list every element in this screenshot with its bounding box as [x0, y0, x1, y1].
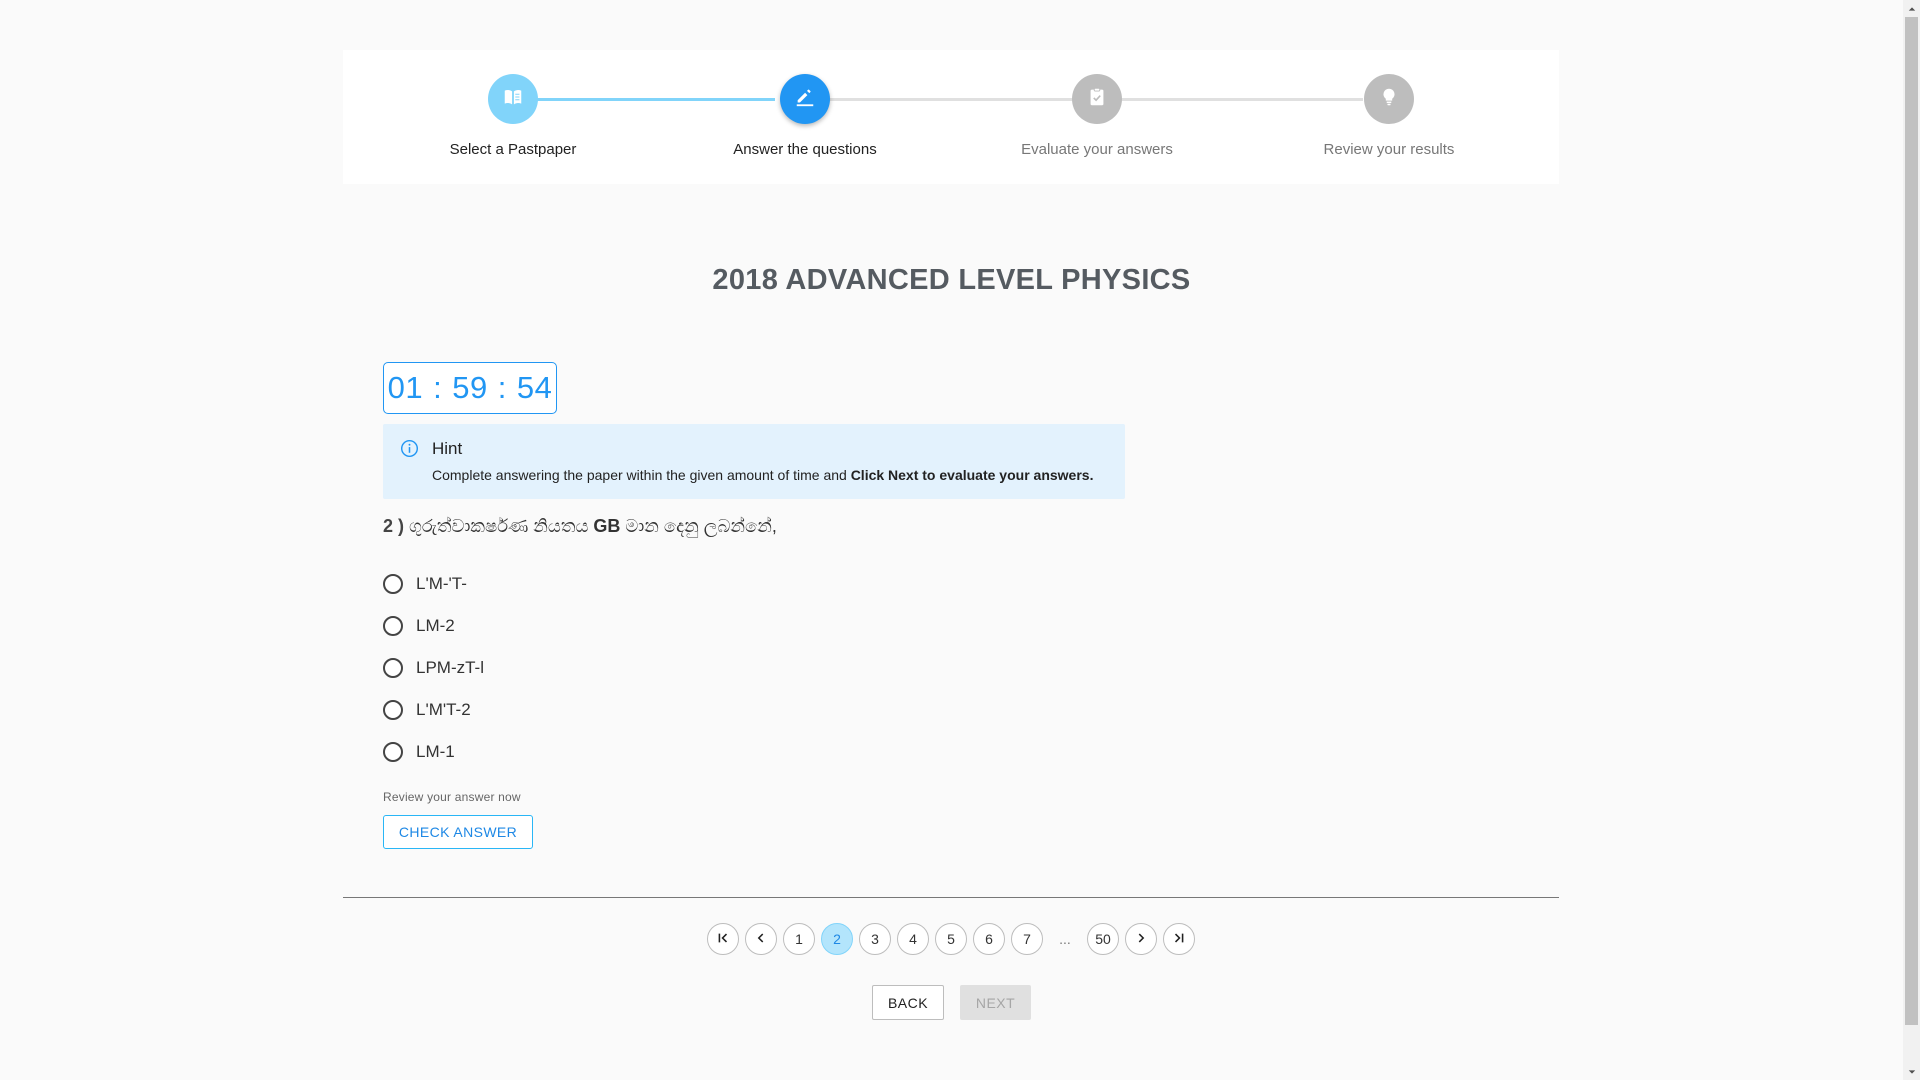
step-evaluate-answers[interactable]: Evaluate your answers	[967, 74, 1227, 159]
step-circle	[1364, 74, 1414, 124]
scroll-down-arrow-icon[interactable]	[1903, 1063, 1920, 1080]
page-title: 2018 ADVANCED LEVEL PHYSICS	[712, 264, 1191, 296]
lightbulb-icon	[1378, 86, 1400, 113]
hint-body: Complete answering the paper within the …	[432, 467, 1093, 483]
stepper-connector-3	[1105, 98, 1363, 101]
next-page-button[interactable]	[1125, 923, 1157, 955]
timer-hours: 01	[387, 370, 424, 405]
scrollbar-thumb[interactable]	[1905, 17, 1918, 1025]
radio-button[interactable]	[383, 616, 403, 636]
step-review-results[interactable]: Review your results	[1259, 74, 1519, 159]
scrollbar[interactable]	[1903, 0, 1920, 1080]
timer-minutes: 59	[452, 370, 488, 405]
step-answer-questions[interactable]: Answer the questions	[675, 74, 935, 159]
page-button-4[interactable]: 4	[897, 923, 929, 955]
answer-options: L'M-'T- LM-2 LPM-zT-l L'M'T-2 LM-1	[383, 563, 484, 773]
divider	[343, 897, 1559, 898]
step-label: Evaluate your answers	[1021, 141, 1173, 158]
step-label: Review your results	[1323, 141, 1455, 158]
review-note: Review your answer now	[383, 790, 521, 804]
page-button-7[interactable]: 7	[1011, 923, 1043, 955]
chevron-right-icon	[1134, 931, 1148, 948]
page-button-2[interactable]: 2	[821, 923, 853, 955]
option-label: L'M'T-2	[416, 700, 471, 719]
page-button-3[interactable]: 3	[859, 923, 891, 955]
question-text: 2 ) ගුරුත්වාකර්ෂණ නියතය GB මාන දෙනු ලබන්…	[383, 516, 777, 537]
option-label: LM-1	[416, 742, 455, 761]
timer-separator: :	[433, 370, 443, 405]
hint-body-emphasis: Click Next to evaluate your answers.	[850, 467, 1094, 483]
step-label: Select a Pastpaper	[449, 141, 577, 158]
back-button[interactable]: BACK	[872, 985, 944, 1020]
timer-seconds: 54	[516, 370, 553, 405]
scroll-up-arrow-icon[interactable]	[1903, 0, 1920, 17]
stepper-connector-2	[815, 98, 1073, 101]
answer-option[interactable]: LPM-zT-l	[383, 647, 484, 689]
step-circle	[488, 74, 538, 124]
radio-button[interactable]	[383, 658, 403, 678]
answer-option[interactable]: LM-2	[383, 605, 484, 647]
stepper-connector-1	[529, 98, 775, 101]
radio-button[interactable]	[383, 700, 403, 720]
question-text-part: ගුරුත්වාකර්ෂණ නියතය	[404, 516, 594, 536]
first-page-icon	[716, 931, 730, 948]
last-page-button[interactable]	[1163, 923, 1195, 955]
stepper: Select a Pastpaper Answer the questions …	[343, 50, 1559, 184]
hint-title: Hint	[432, 439, 463, 458]
book-icon	[502, 86, 524, 113]
pagination-ellipsis: ...	[1059, 931, 1071, 947]
first-page-button[interactable]	[707, 923, 739, 955]
option-label: L'M-'T-	[416, 574, 467, 593]
answer-option[interactable]: L'M-'T-	[383, 563, 484, 605]
check-clipboard-icon	[1086, 86, 1108, 113]
radio-button[interactable]	[383, 574, 403, 594]
page-button-6[interactable]: 6	[973, 923, 1005, 955]
check-answer-button[interactable]: CHECK ANSWER	[383, 815, 533, 849]
chevron-left-icon	[754, 931, 768, 948]
page-button-1[interactable]: 1	[783, 923, 815, 955]
countdown-timer: 01 : 59 : 54	[383, 362, 557, 414]
option-label: LM-2	[416, 616, 455, 635]
answer-option[interactable]: L'M'T-2	[383, 689, 484, 731]
previous-page-button[interactable]	[745, 923, 777, 955]
page-button-5[interactable]: 5	[935, 923, 967, 955]
question-text-part: මාන දෙනු ලබන්නේ,	[620, 516, 777, 536]
step-circle	[1072, 74, 1122, 124]
next-button[interactable]: NEXT	[960, 985, 1031, 1020]
hint-alert: Hint Complete answering the paper within…	[383, 424, 1125, 499]
step-circle	[780, 74, 830, 124]
pencil-icon	[794, 86, 816, 113]
timer-separator: :	[497, 370, 507, 405]
option-label: LPM-zT-l	[416, 658, 484, 677]
page: Select a Pastpaper Answer the questions …	[0, 0, 1920, 1080]
step-select-pastpaper[interactable]: Select a Pastpaper	[383, 74, 643, 159]
last-page-icon	[1172, 931, 1186, 948]
info-icon	[400, 439, 419, 458]
page-button-50[interactable]: 50	[1087, 923, 1119, 955]
answer-option[interactable]: LM-1	[383, 731, 484, 773]
step-label: Answer the questions	[733, 141, 877, 158]
question-number: 2 )	[383, 516, 405, 536]
question-symbol: GB	[593, 516, 621, 536]
hint-body-text: Complete answering the paper within the …	[432, 467, 851, 483]
radio-button[interactable]	[383, 742, 403, 762]
